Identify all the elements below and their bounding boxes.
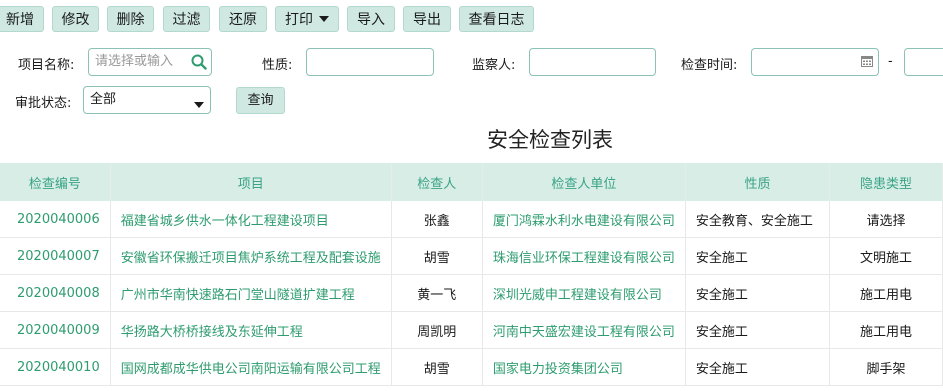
supervisor-input[interactable] [529,48,656,76]
restore-button[interactable]: 还原 [219,6,267,32]
cell-unit[interactable]: 河南中天盛宏建设工程有限公司 [482,311,686,349]
table-row[interactable]: 2020040007 安徽省环保搬迁项目焦炉系统工程及配套设施 胡雪 珠海信业环… [0,237,943,275]
cell-id[interactable]: 2020040006 [0,201,111,238]
cell-inspector: 周凯明 [391,311,483,349]
delete-button[interactable]: 删除 [107,6,154,32]
approval-label: 审批状态: [15,96,72,111]
cell-project[interactable]: 华扬路大桥桥接线及东延伸工程 [110,311,392,349]
print-button[interactable]: 打印 [275,6,339,32]
nature-label: 性质: [262,58,293,73]
cell-project[interactable]: 福建省城乡供水一体化工程建设项目 [110,201,392,238]
toolbar: 新增 修改 删除 过滤 还原 打印 导入 导出 查看日志 [0,0,943,41]
cell-nature: 安全施工 [685,348,831,386]
view-log-button[interactable]: 查看日志 [459,6,534,32]
cell-project[interactable]: 安徽省环保搬迁项目焦炉系统工程及配套设施 [110,237,392,275]
cell-hazard-type: 请选择 [829,201,943,238]
cell-inspector: 张鑫 [391,201,483,238]
cell-nature: 安全教育、安全施工 [685,201,831,238]
table-header-row: 检查编号 项目 检查人 检查人单位 性质 隐患类型 [0,163,943,201]
supervisor-label: 监察人: [472,58,516,73]
cell-project[interactable]: 广州市华南快速路石门堂山隧道扩建工程 [110,274,392,312]
cell-hazard-type: 文明施工 [829,237,943,275]
cell-id[interactable]: 2020040010 [0,348,111,386]
nature-input[interactable] [306,48,434,76]
cell-unit[interactable]: 珠海信业环保工程建设有限公司 [482,237,686,275]
project-label: 项目名称: [18,58,75,73]
chevron-down-icon[interactable] [194,97,204,112]
search-icon[interactable] [191,54,207,74]
edit-button[interactable]: 修改 [52,6,99,32]
table-row[interactable]: 2020040010 国网成都成华供电公司南阳运输有限公司工程 胡雪 国家电力投… [0,348,943,386]
import-button[interactable]: 导入 [347,6,395,32]
project-placeholder: 请选择或输入 [95,54,174,69]
cell-inspector: 黄一飞 [391,274,483,312]
cell-hazard-type: 脚手架 [829,348,943,386]
cell-inspector: 胡雪 [391,348,483,386]
approval-select[interactable]: 全部 [83,86,211,114]
end-date-input[interactable] [904,48,943,76]
start-date-input[interactable] [751,48,879,76]
cell-unit[interactable]: 厦门鸿霖水利水电建设有限公司 [482,201,686,238]
export-button[interactable]: 导出 [403,6,451,32]
column-header[interactable]: 隐患类型 [829,163,943,201]
cell-hazard-type: 施工用电 [829,274,943,312]
column-header[interactable]: 检查人 [391,163,483,201]
check-time-label: 检查时间: [681,58,738,73]
filter-panel: 项目名称: 请选择或输入 性质: 监察人: 检查时间: - 审批状态: 全部 查… [0,40,943,122]
column-header[interactable]: 检查人单位 [482,163,686,201]
table-row[interactable]: 2020040008 广州市华南快速路石门堂山隧道扩建工程 黄一飞 深圳光威申工… [0,274,943,312]
filter-button[interactable]: 过滤 [163,6,210,32]
query-button[interactable]: 查询 [236,87,285,114]
cell-inspector: 胡雪 [391,237,483,275]
cell-id[interactable]: 2020040007 [0,237,111,275]
approval-value: 全部 [90,92,117,107]
cell-unit[interactable]: 深圳光威申工程建设有限公司 [482,274,686,312]
inspection-table: 检查编号 项目 检查人 检查人单位 性质 隐患类型 2020040006 福建省… [0,163,943,386]
table-title: 安全检查列表 [487,128,613,152]
cell-nature: 安全施工 [685,274,831,312]
cell-nature: 安全施工 [685,311,831,349]
column-header[interactable]: 检查编号 [0,163,111,201]
table-row[interactable]: 2020040006 福建省城乡供水一体化工程建设项目 张鑫 厦门鸿霖水利水电建… [0,201,943,238]
add-button[interactable]: 新增 [0,6,44,32]
column-header[interactable]: 项目 [110,163,392,201]
cell-nature: 安全施工 [685,237,831,275]
cell-project[interactable]: 国网成都成华供电公司南阳运输有限公司工程 [110,348,392,386]
cell-hazard-type: 施工用电 [829,311,943,349]
cell-id[interactable]: 2020040009 [0,311,111,349]
cell-id[interactable]: 2020040008 [0,274,111,312]
date-separator: - [888,54,893,69]
table-row[interactable]: 2020040009 华扬路大桥桥接线及东延伸工程 周凯明 河南中天盛宏建设工程… [0,311,943,349]
cell-unit[interactable]: 国家电力投资集团公司 [482,348,686,386]
calendar-icon[interactable] [861,55,873,71]
print-label: 打印 [285,12,313,28]
column-header[interactable]: 性质 [685,163,831,201]
caret-down-icon [319,16,329,22]
